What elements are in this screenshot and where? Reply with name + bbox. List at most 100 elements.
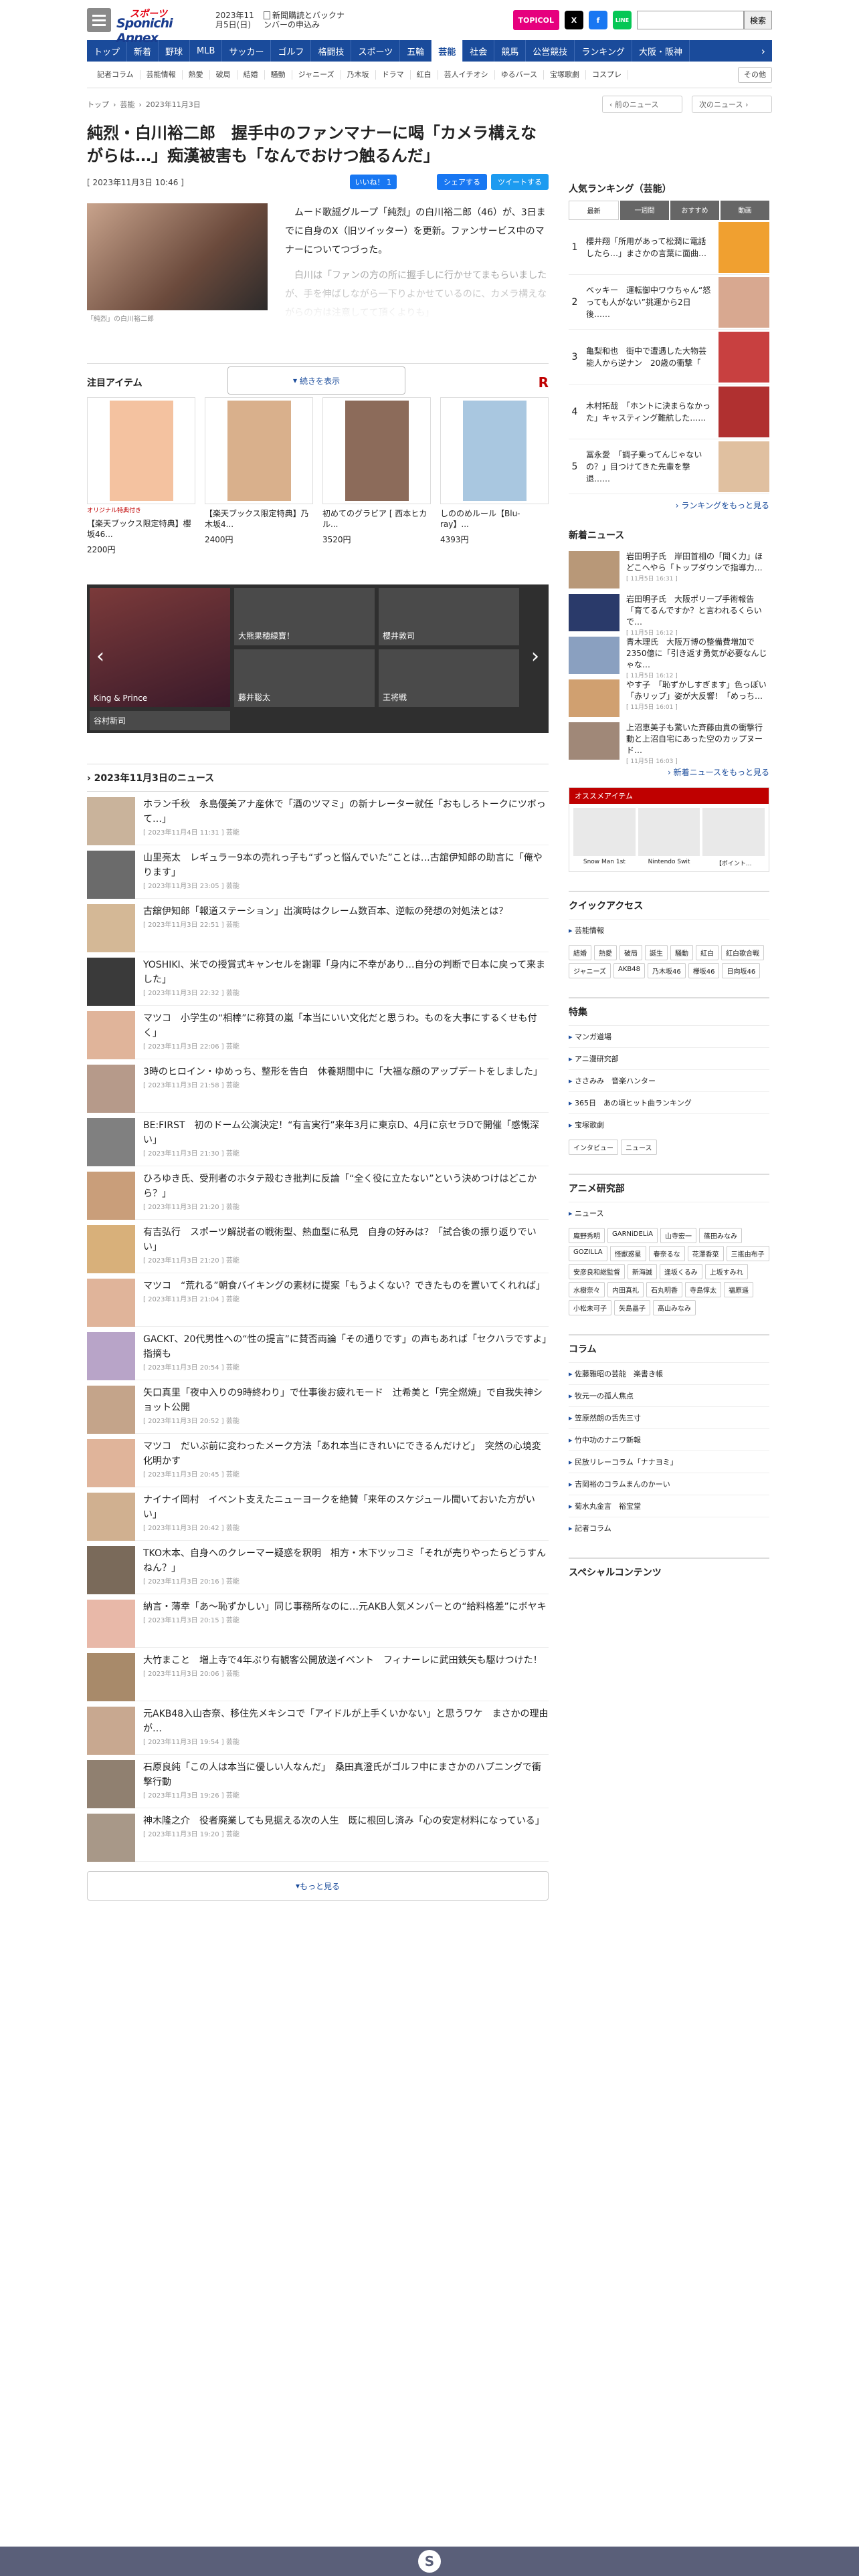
search-input[interactable]	[636, 11, 744, 29]
ranking-more-link[interactable]: › ランキングをもっと見る	[569, 500, 769, 511]
tag-link[interactable]: 熱愛	[594, 945, 617, 960]
news-item[interactable]: マツコ だいぶ前に変わったメーク方法「あれ本当にきれいにできるんだけど」 突然の…	[87, 1434, 549, 1487]
news-title[interactable]: ひろゆき氏、受刑者のホタテ殻むき批判に反論「“全く役に立たない”という決めつけは…	[143, 1172, 549, 1201]
gnav-item[interactable]: スポーツ	[351, 40, 401, 62]
news-item[interactable]: 神木隆之介 役者廃業しても見据える次の人生 既に根回し済み「心の安定材料になって…	[87, 1808, 549, 1862]
news-title[interactable]: 元AKB48入山杏奈、移住先メキシコで「アイドルが上手くいかない」と思うワケ ま…	[143, 1707, 549, 1736]
carousel-item[interactable]: 大熊果穂緑寶！	[234, 587, 375, 645]
gnav-item[interactable]: 社会	[463, 40, 495, 62]
goods-item[interactable]: 【楽天ブックス限定特典】乃木坂4... 2400円	[205, 397, 313, 555]
latest-title[interactable]: 岩田明子氏 岸田首相の「聞く力」ほどこへやら「トップダウンで指導力…	[626, 551, 769, 574]
goods-image[interactable]	[440, 397, 549, 504]
news-item[interactable]: ナイナイ岡村 イベント支えたニューヨークを絶賛「来年のスケジュール聞いておいた方…	[87, 1487, 549, 1541]
subnav-item[interactable]: 熱愛	[183, 70, 210, 80]
tag-link[interactable]: 矢島晶子	[614, 1300, 650, 1315]
subnav-item[interactable]: 宝塚歌劇	[544, 70, 587, 80]
recommend-item[interactable]: 【ポイント...	[702, 808, 765, 867]
news-title[interactable]: GACKT、20代男性への“性の提言”に賛否両論「その通りです」の声もあれば「セ…	[143, 1332, 549, 1362]
news-item[interactable]: 納言・薄幸「あ〜恥ずかしい」同じ事務所なのに…元AKB人気メンバーとの“給料格差…	[87, 1594, 549, 1648]
tag-link[interactable]: 誕生	[645, 945, 668, 960]
gnav-item[interactable]: 格闘技	[311, 40, 352, 62]
ranking-tab[interactable]: おすすめ	[670, 201, 719, 220]
tag-link[interactable]: ジャニーズ	[569, 963, 611, 978]
prev-news-button[interactable]: ‹ 前のニュース	[602, 96, 682, 113]
tag-link[interactable]: 乃木坂46	[647, 963, 686, 978]
subnav-item[interactable]: ゆるバース	[495, 70, 545, 80]
feature-link[interactable]: 365日 あの頃ヒット曲ランキング	[569, 1091, 769, 1113]
latest-more-link[interactable]: › 新着ニュースをもっと見る	[569, 766, 769, 778]
tag-link[interactable]: 水樹奈々	[569, 1282, 605, 1297]
latest-item[interactable]: 岩田明子氏 岸田首相の「聞く力」ほどこへやら「トップダウンで指導力… [ 11月5…	[569, 547, 769, 590]
tag-link[interactable]: 結婚	[569, 945, 591, 960]
goods-item[interactable]: 初めてのグラビア [ 西本ヒカル... 3520円	[322, 397, 431, 555]
news-title[interactable]: YOSHIKI、米での授賞式キャンセルを謝罪「身内に不幸があり…自分の判断で日本…	[143, 958, 549, 987]
news-title[interactable]: ナイナイ岡村 イベント支えたニューヨークを絶賛「来年のスケジュール聞いておいた方…	[143, 1493, 549, 1522]
latest-thumb[interactable]	[569, 679, 619, 717]
site-logo[interactable]: スポーツ Sponichi Annex	[116, 7, 210, 45]
news-item[interactable]: 矢口真里「夜中入りの9時終わり」で仕事後お疲れモード 辻希美と「完全燃焼」で自我…	[87, 1380, 549, 1434]
tag-link[interactable]: インタビュー	[569, 1140, 618, 1155]
news-item[interactable]: マツコ 小学生の“相棒”に称賛の嵐「本当にいい文化だと思うわ。ものを大事にするく…	[87, 1006, 549, 1059]
tag-link[interactable]: 騒動	[670, 945, 693, 960]
news-item[interactable]: GACKT、20代男性への“性の提言”に賛否両論「その通りです」の声もあれば「セ…	[87, 1327, 549, 1380]
gnav-item[interactable]: 五輪	[400, 40, 432, 62]
tag-link[interactable]: 石丸明香	[646, 1282, 682, 1297]
search-button[interactable]: 検索	[743, 11, 772, 29]
latest-thumb[interactable]	[569, 551, 619, 588]
ranking-tab[interactable]: 一週間	[620, 201, 669, 220]
recommend-item[interactable]: Snow Man 1st	[573, 808, 636, 867]
gnav-item[interactable]: サッカー	[222, 40, 272, 62]
ranking-tab[interactable]: 動画	[721, 201, 769, 220]
news-title[interactable]: BE:FIRST 初のドーム公演決定！“有言実行”来年3月に東京D、4月に京セラ…	[143, 1118, 549, 1148]
sponichi-logo-icon[interactable]: S	[418, 2550, 441, 2573]
tag-link[interactable]: GOZILLA	[569, 1246, 607, 1261]
gnav-next-icon[interactable]: ›	[755, 40, 772, 62]
carousel-item[interactable]: 櫻井敦司	[379, 587, 519, 645]
news-item[interactable]: 元AKB48入山杏奈、移住先メキシコで「アイドルが上手くいかない」と思うワケ ま…	[87, 1701, 549, 1755]
subnav-item[interactable]: 芸人イチオシ	[438, 70, 495, 80]
tag-link[interactable]: 庵野秀明	[569, 1228, 605, 1243]
news-thumb[interactable]	[87, 1760, 135, 1808]
subnav-item[interactable]: 騒動	[265, 70, 292, 80]
breadcrumb-geinou[interactable]: 芸能	[120, 100, 134, 109]
carousel-prev-icon[interactable]: ‹	[96, 645, 104, 668]
column-link[interactable]: 佐藤雅昭の芸能 楽書き帳	[569, 1362, 769, 1384]
subnav-item[interactable]: ジャニーズ	[292, 70, 341, 80]
tag-link[interactable]: 三瓶由布子	[726, 1246, 769, 1261]
quick-access-sub[interactable]: 芸能情報	[569, 919, 769, 941]
news-thumb[interactable]	[87, 1011, 135, 1059]
carousel-item[interactable]: 藤井聡太	[234, 649, 375, 707]
subnav-item[interactable]: ドラマ	[376, 70, 411, 80]
latest-thumb[interactable]	[569, 594, 619, 631]
more-news-button[interactable]: ▾ もっと見る	[87, 1871, 549, 1901]
feature-link[interactable]: ささみみ 音楽ハンター	[569, 1069, 769, 1091]
column-link[interactable]: 竹中功のナニワ新報	[569, 1428, 769, 1451]
latest-item[interactable]: 青木理氏 大阪万博の整備費増加で2350億に「引き返す勇気が必要なんじゃな…[ …	[569, 633, 769, 679]
news-thumb[interactable]	[87, 1493, 135, 1541]
news-title[interactable]: マツコ 小学生の“相棒”に称賛の嵐「本当にいい文化だと思うわ。ものを大事にするく…	[143, 1011, 549, 1041]
subnav-more-button[interactable]: その他	[738, 66, 772, 83]
goods-image[interactable]	[87, 397, 195, 504]
ranking-thumb[interactable]	[719, 221, 769, 273]
tag-link[interactable]: 紅白歌合戦	[721, 945, 764, 960]
latest-title[interactable]: 上沼恵美子も驚いた斉藤由貴の衝撃行動と上沼自宅にあった空のカップヌード…	[626, 722, 769, 756]
ranking-item[interactable]: 4 木村拓哉 「ホントに決まらなかった」キャスティング難航した……	[569, 385, 769, 439]
ranking-thumb[interactable]	[719, 331, 769, 383]
goods-name[interactable]: 【楽天ブックス限定特典】乃木坂4...	[205, 508, 312, 530]
subnav-item[interactable]: 芸能情報	[140, 70, 183, 80]
news-item[interactable]: 石原良純「この人は本当に優しい人なんだ」 桑田真澄氏がゴルフ中にまさかのハプニン…	[87, 1755, 549, 1808]
carousel-item[interactable]: King & Prince	[90, 587, 230, 707]
breadcrumb-top[interactable]: トップ	[87, 100, 109, 109]
latest-title[interactable]: 岩田明子氏 大阪ポリープ手術報告「育てるんですか？と言われるくらいで…	[626, 594, 769, 628]
news-thumb[interactable]	[87, 851, 135, 899]
news-title[interactable]: 有吉弘行 スポーツ解説者の戦術型、熱血型に私見 自身の好みは？「試合後の振り返り…	[143, 1225, 549, 1255]
ranking-title[interactable]: 亀梨和也 街中で遭遇した大物芸能人から逆ナン 20歳の衝撃「	[586, 345, 713, 369]
news-thumb[interactable]	[87, 1172, 135, 1220]
gnav-item[interactable]: 芸能	[432, 40, 464, 62]
ranking-tab[interactable]: 最新	[569, 201, 619, 220]
recommend-item[interactable]: Nintendo Swit	[638, 808, 700, 867]
tag-link[interactable]: 山寺宏一	[660, 1228, 697, 1243]
facebook-icon[interactable]: f	[588, 11, 607, 29]
news-thumb[interactable]	[87, 1118, 135, 1166]
news-item[interactable]: 有吉弘行 スポーツ解説者の戦術型、熱血型に私見 自身の好みは？「試合後の振り返り…	[87, 1220, 549, 1273]
